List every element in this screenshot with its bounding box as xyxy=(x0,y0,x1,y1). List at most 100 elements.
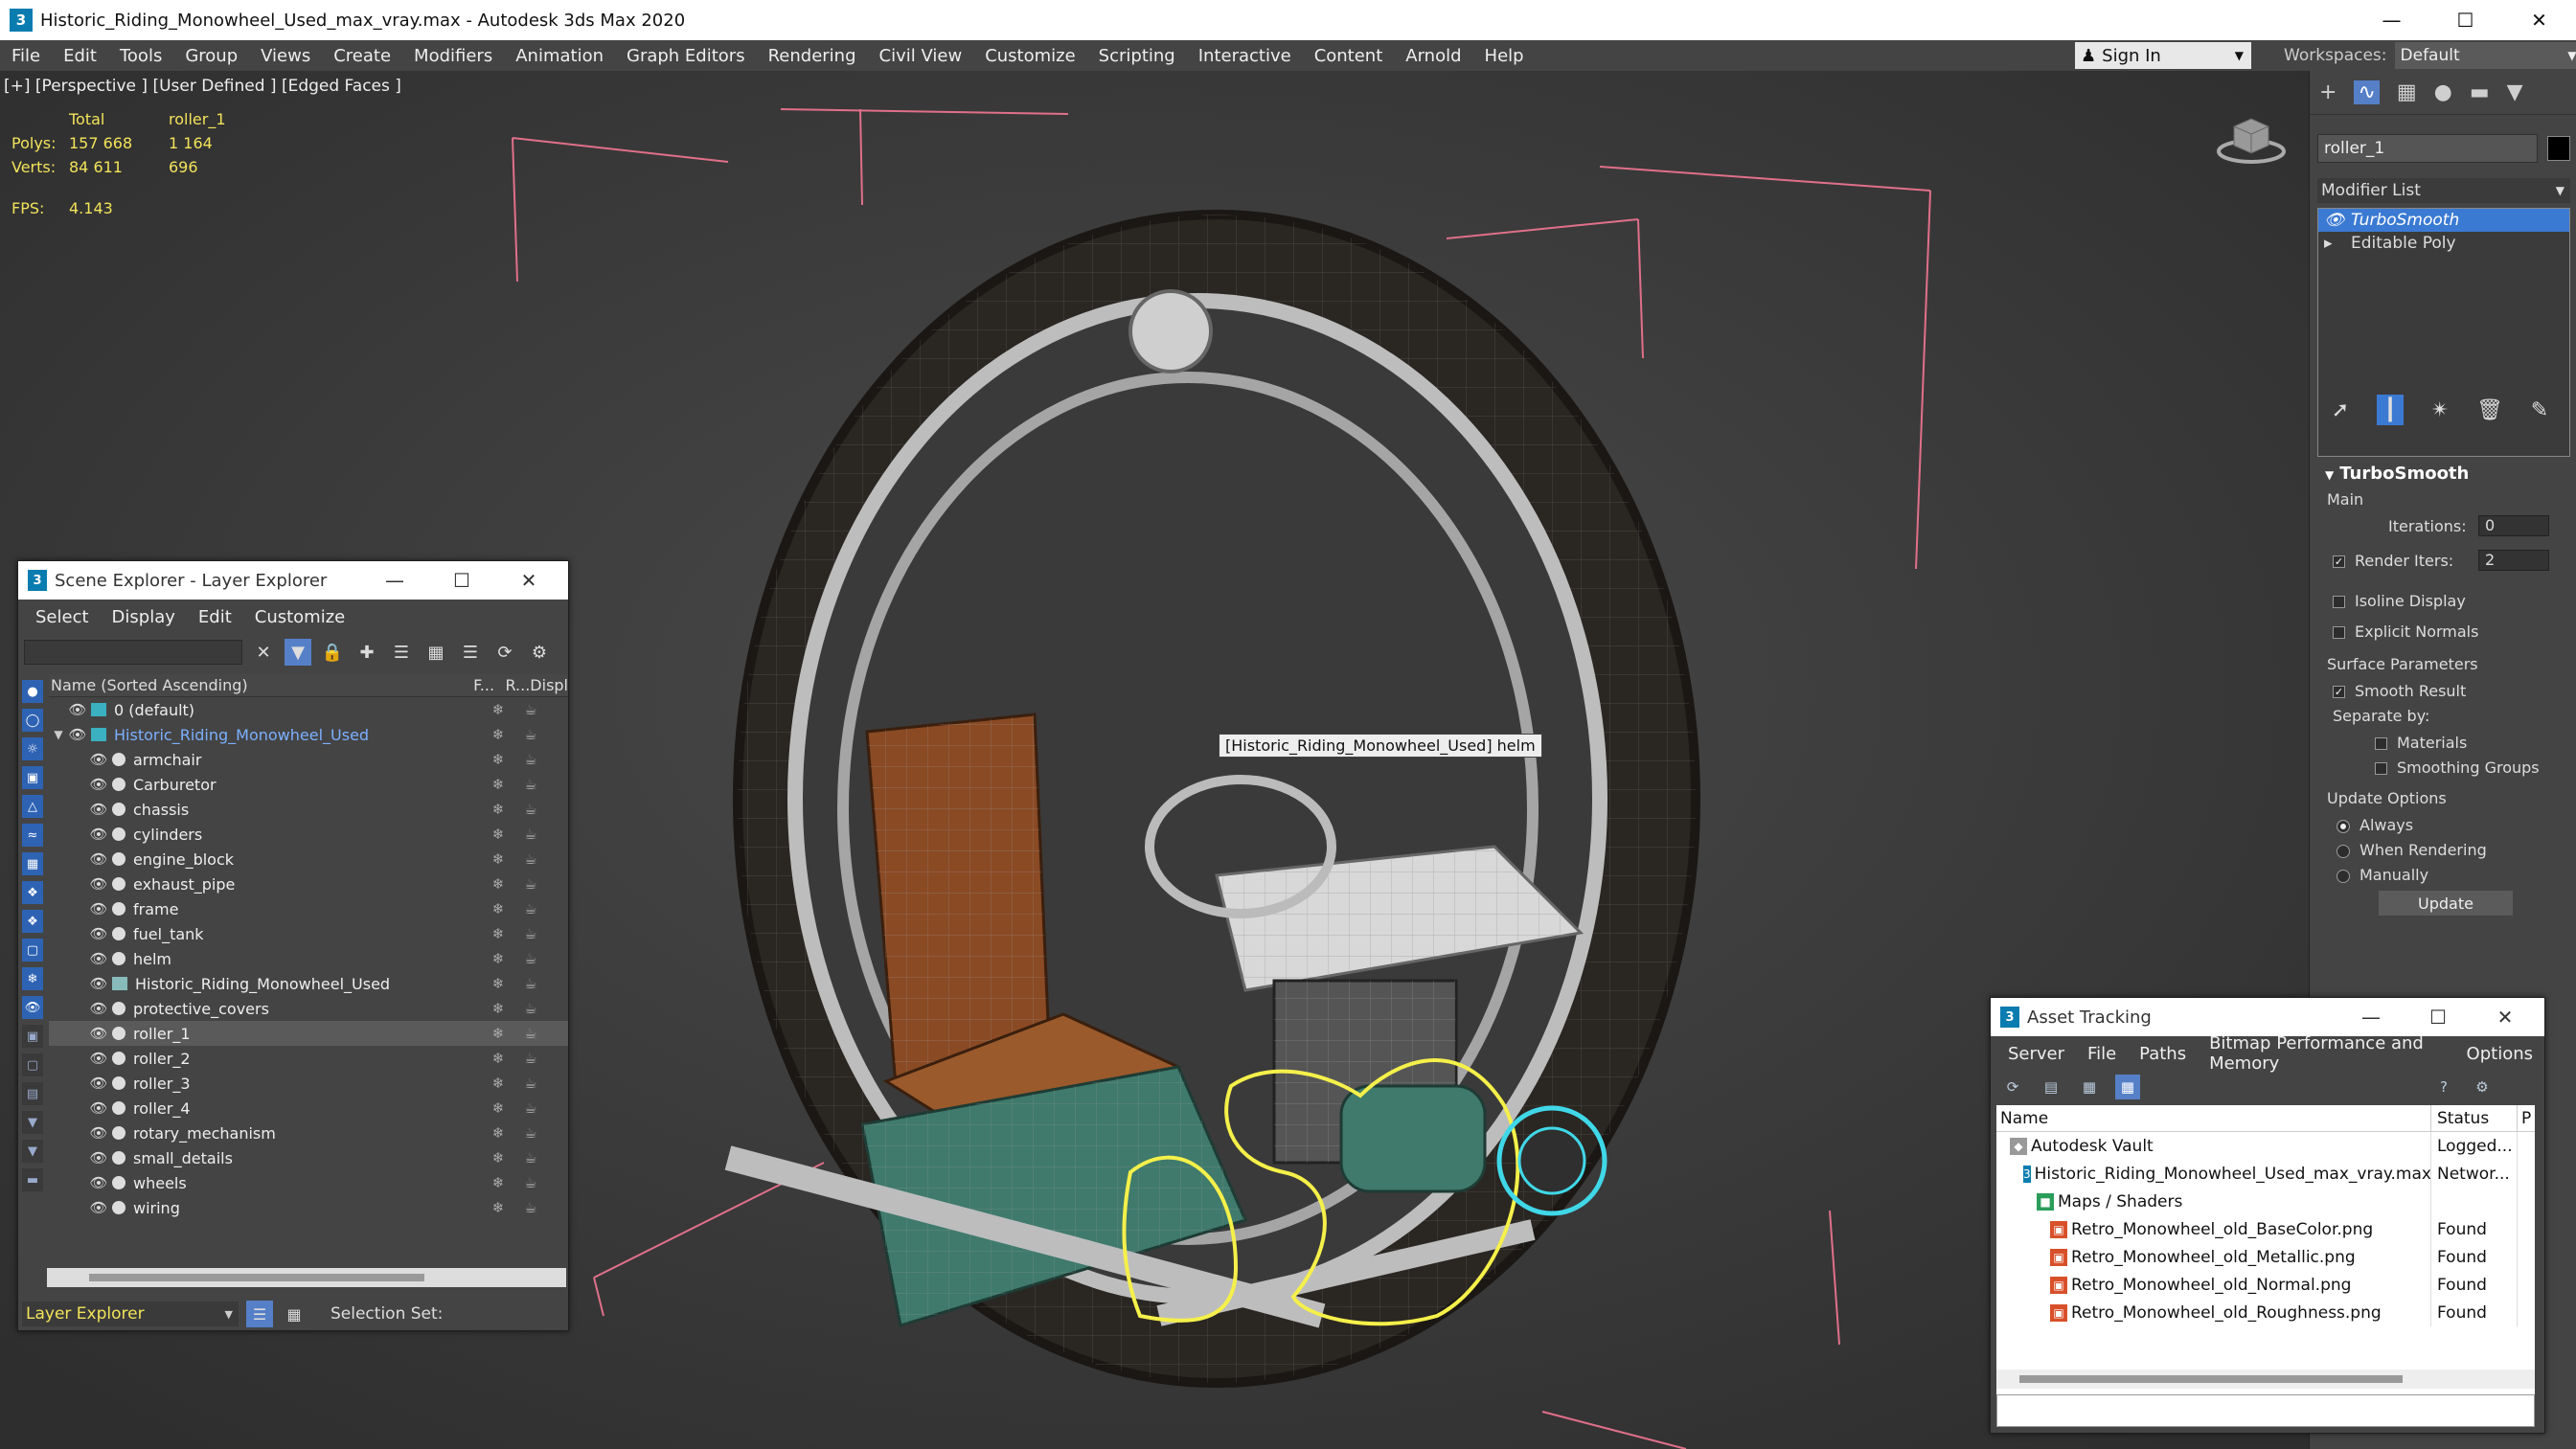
viewport-label[interactable]: [+] [Perspective ] [User Defined ] [Edge… xyxy=(4,77,401,96)
iterations-spinner[interactable]: 0 xyxy=(2478,515,2549,536)
eye-icon[interactable]: 👁 xyxy=(89,751,108,768)
workspaces-select[interactable]: Default ▼ xyxy=(2394,42,2576,69)
selection-set-icon[interactable]: ▦ xyxy=(281,1301,308,1327)
menu-animation[interactable]: Animation xyxy=(504,46,615,66)
configure-sets-icon[interactable]: ✎ xyxy=(2526,395,2553,425)
eye-icon[interactable]: 👁 xyxy=(89,826,108,843)
render-teapot-icon[interactable]: ☕ xyxy=(514,826,547,843)
filter-icon[interactable]: ▼ xyxy=(285,639,311,666)
turbosmooth-rollout-header[interactable]: ▼ TurboSmooth xyxy=(2317,458,2570,487)
freeze-icon[interactable]: ❄ xyxy=(482,1075,514,1092)
scrollbar-thumb[interactable] xyxy=(89,1274,424,1281)
table-row[interactable]: ▣ Retro_Monowheel_old_Roughness.png Found xyxy=(1996,1299,2535,1326)
utilities-tab-icon[interactable]: ▼ xyxy=(2507,80,2523,104)
when-rendering-radio[interactable]: When Rendering xyxy=(2337,841,2487,859)
smooth-result-checkbox[interactable]: ✓ Smooth Result xyxy=(2333,682,2466,700)
column-path[interactable]: P xyxy=(2518,1109,2535,1128)
menu-help[interactable]: Help xyxy=(1473,46,1536,66)
eye-icon[interactable]: 👁 xyxy=(89,975,108,992)
table-row[interactable]: 👁 cylinders ❄ ☕ xyxy=(49,822,568,847)
se-menu-display[interactable]: Display xyxy=(101,607,187,627)
table-row[interactable]: 👁 small_details ❄ ☕ xyxy=(49,1145,568,1170)
render-teapot-icon[interactable]: ☕ xyxy=(514,900,547,917)
explicit-normals-checkbox[interactable]: Explicit Normals xyxy=(2333,623,2478,641)
lights-filter-icon[interactable]: ☼ xyxy=(22,737,43,760)
table-row[interactable]: ▼ 👁 Historic_Riding_Monowheel_Used ❄ ☕ xyxy=(49,722,568,747)
freeze-icon[interactable]: ❄ xyxy=(482,1050,514,1067)
eye-icon[interactable]: 👁 xyxy=(89,1025,108,1042)
table-row[interactable]: 👁 Carburetor ❄ ☕ xyxy=(49,772,568,797)
render-teapot-icon[interactable]: ☕ xyxy=(514,751,547,768)
remove-modifier-icon[interactable]: 🗑 xyxy=(2476,395,2503,425)
smoothing-groups-checkbox[interactable]: Smoothing Groups xyxy=(2375,758,2540,777)
invert-display-icon[interactable]: ▤ xyxy=(22,1082,43,1105)
render-teapot-icon[interactable]: ☕ xyxy=(514,1000,547,1017)
freeze-icon[interactable]: ❄ xyxy=(482,900,514,917)
object-name-field[interactable]: roller_1 xyxy=(2317,134,2538,163)
render-teapot-icon[interactable]: ☕ xyxy=(514,1025,547,1042)
bones-filter-icon[interactable]: ❖ xyxy=(22,910,43,933)
frozen-filter-icon[interactable]: ❄ xyxy=(22,967,43,990)
asset-table-scrollbar[interactable] xyxy=(1996,1370,2535,1389)
maximize-button[interactable]: ☐ xyxy=(2428,0,2502,40)
scrollbar-thumb[interactable] xyxy=(2019,1375,2403,1383)
clear-search-icon[interactable]: ✕ xyxy=(250,639,277,666)
manually-radio[interactable]: Manually xyxy=(2337,866,2428,884)
render-teapot-icon[interactable]: ☕ xyxy=(514,1174,547,1191)
freeze-icon[interactable]: ❄ xyxy=(482,950,514,967)
at-menu-paths[interactable]: Paths xyxy=(2128,1044,2198,1064)
eye-icon[interactable]: 👁 xyxy=(89,801,108,818)
motion-tab-icon[interactable]: ● xyxy=(2434,80,2452,104)
render-teapot-icon[interactable]: ☕ xyxy=(514,925,547,942)
render-iters-checkbox[interactable]: ✓ Render Iters: xyxy=(2333,552,2453,570)
eye-icon[interactable]: 👁 xyxy=(89,850,108,868)
asset-path-field[interactable] xyxy=(1996,1394,2535,1427)
column-name[interactable]: Name xyxy=(1996,1105,2431,1132)
render-teapot-icon[interactable]: ☕ xyxy=(514,1050,547,1067)
pin-stack-icon[interactable]: ➚ xyxy=(2327,395,2354,425)
freeze-icon[interactable]: ❄ xyxy=(482,701,514,718)
freeze-icon[interactable]: ❄ xyxy=(482,1199,514,1216)
maximize-button[interactable]: ☐ xyxy=(2405,998,2472,1036)
render-teapot-icon[interactable]: ☕ xyxy=(514,950,547,967)
se-menu-select[interactable]: Select xyxy=(24,607,101,627)
eye-icon[interactable]: 👁 xyxy=(89,1199,108,1216)
se-menu-edit[interactable]: Edit xyxy=(187,607,243,627)
table-row[interactable]: ■ Maps / Shaders xyxy=(1996,1188,2535,1215)
freeze-icon[interactable]: ❄ xyxy=(482,850,514,868)
eye-icon[interactable]: 👁 xyxy=(89,1000,108,1017)
table-row[interactable]: 👁 chassis ❄ ☕ xyxy=(49,797,568,822)
tree-view-icon[interactable]: ▦ xyxy=(2077,1075,2102,1099)
eye-icon[interactable]: 👁 xyxy=(89,1075,108,1092)
table-row[interactable]: ▣ Retro_Monowheel_old_Normal.png Found xyxy=(1996,1271,2535,1299)
render-teapot-icon[interactable]: ☕ xyxy=(514,701,547,718)
render-teapot-icon[interactable]: ☕ xyxy=(514,975,547,992)
menu-create[interactable]: Create xyxy=(322,46,402,66)
materials-checkbox[interactable]: Materials xyxy=(2375,734,2467,752)
table-row[interactable]: 3 Historic_Riding_Monowheel_Used_max_vray… xyxy=(1996,1160,2535,1188)
containers-filter-icon[interactable]: ▢ xyxy=(22,939,43,962)
freeze-icon[interactable]: ❄ xyxy=(482,875,514,893)
table-view-icon[interactable]: ▦ xyxy=(2115,1075,2140,1099)
table-row[interactable]: 👁 rotary_mechanism ❄ ☕ xyxy=(49,1121,568,1145)
stack-item-editable-poly[interactable]: ▸ Editable Poly xyxy=(2318,232,2569,255)
cameras-filter-icon[interactable]: ▣ xyxy=(22,766,43,789)
column-status[interactable]: Status xyxy=(2431,1105,2518,1132)
eye-icon[interactable]: 👁 xyxy=(2324,211,2351,230)
menu-group[interactable]: Group xyxy=(173,46,249,66)
column-freeze[interactable]: F... xyxy=(473,676,505,694)
layer-settings-icon[interactable]: ⚙ xyxy=(526,639,553,666)
sync-selection-icon[interactable]: ⟳ xyxy=(491,639,518,666)
table-row[interactable]: 👁 helm ❄ ☕ xyxy=(49,946,568,971)
make-unique-icon[interactable]: ✴ xyxy=(2427,395,2453,425)
settings-icon[interactable]: ⚙ xyxy=(2470,1075,2495,1099)
lock-icon[interactable]: 🔒 xyxy=(319,639,346,666)
object-color-swatch[interactable] xyxy=(2547,136,2570,161)
eye-icon[interactable]: 👁 xyxy=(89,1099,108,1117)
menu-content[interactable]: Content xyxy=(1303,46,1395,66)
render-teapot-icon[interactable]: ☕ xyxy=(514,1099,547,1117)
shapes-filter-icon[interactable]: ◯ xyxy=(22,709,43,732)
menu-file[interactable]: File xyxy=(0,46,52,66)
eye-icon[interactable]: 👁 xyxy=(89,950,108,967)
freeze-icon[interactable]: ❄ xyxy=(482,1025,514,1042)
